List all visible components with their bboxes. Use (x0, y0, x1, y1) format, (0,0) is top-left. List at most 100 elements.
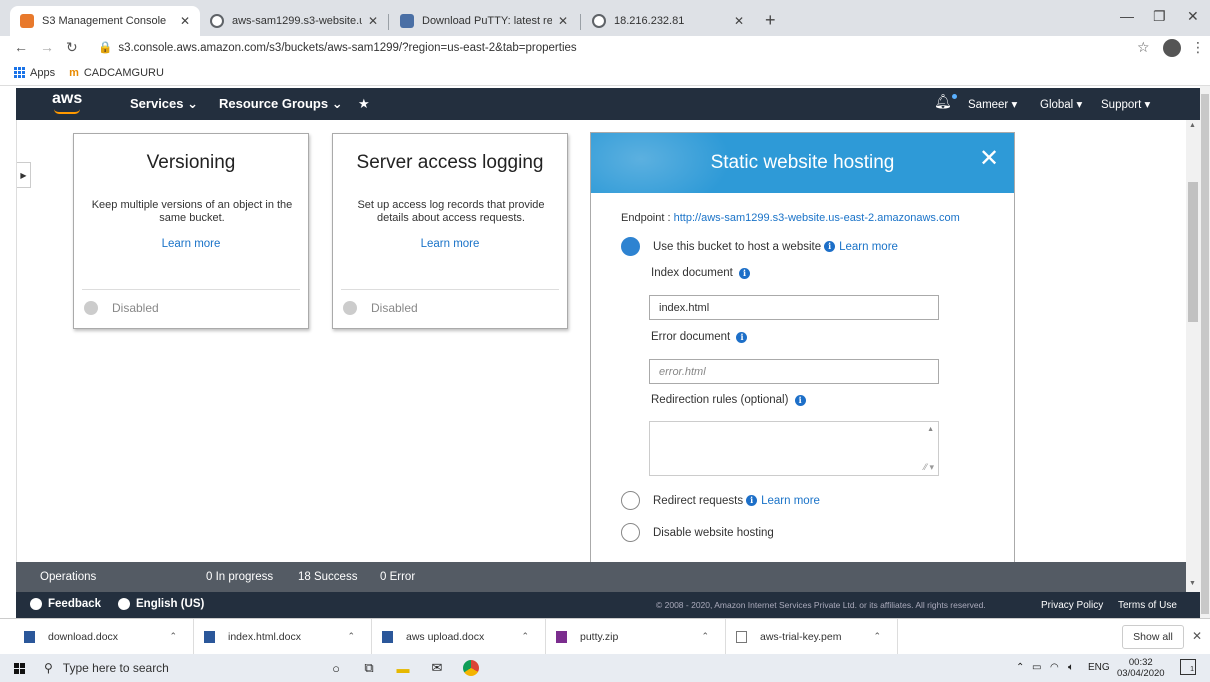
close-icon[interactable]: ✕ (180, 14, 190, 28)
scrollbar-thumb[interactable] (1188, 182, 1198, 322)
cortana-icon[interactable]: ○ (327, 659, 345, 677)
privacy-policy-link[interactable]: Privacy Policy (1041, 600, 1103, 611)
file-explorer-icon[interactable]: ▬ (394, 659, 412, 677)
windows-start-icon[interactable] (14, 663, 25, 674)
window-scrollbar[interactable] (1200, 86, 1210, 618)
notification-center-icon[interactable]: 1 (1180, 659, 1196, 675)
chevron-up-icon[interactable]: ⌃ (521, 631, 529, 642)
volume-icon[interactable]: 🔈︎ (1068, 662, 1074, 673)
content-scrollbar[interactable]: ▲ ▼ (1186, 120, 1200, 592)
minimize-icon[interactable]: — (1120, 8, 1134, 24)
tab-s3-console[interactable]: S3 Management Console ✕ (10, 6, 200, 36)
chevron-up-icon[interactable]: ⌃ (169, 631, 177, 642)
close-icon[interactable]: ✕ (979, 147, 999, 171)
maximize-icon[interactable]: ❐ (1153, 8, 1166, 25)
sidebar-expand-icon[interactable]: ▶ (17, 162, 31, 188)
user-menu[interactable]: Sameer ▾ (968, 97, 1017, 111)
show-all-button[interactable]: Show all (1122, 625, 1184, 649)
aws-logo[interactable]: aws (52, 90, 82, 114)
menu-kebab-icon[interactable]: ⋮ (1191, 39, 1205, 56)
download-item[interactable]: putty.zip ⌃ (546, 619, 726, 655)
window-close-icon[interactable]: ✕ (1187, 8, 1199, 25)
profile-avatar[interactable] (1163, 39, 1181, 57)
bookmark-cadcamguru[interactable]: m CADCAMGURU (69, 67, 164, 79)
close-icon[interactable]: ✕ (558, 14, 568, 28)
reload-icon[interactable]: ↻ (66, 39, 78, 56)
learn-more-link[interactable]: Learn more (74, 238, 308, 250)
resize-grip-icon[interactable]: ⁄⁄ ▾ (924, 462, 934, 473)
chrome-icon[interactable] (462, 659, 480, 677)
learn-more-link[interactable]: Learn more (761, 495, 820, 507)
error-document-input[interactable]: error.html (649, 359, 939, 384)
taskbar-search[interactable]: ⚲ Type here to search (36, 657, 306, 679)
server-access-logging-card[interactable]: Server access logging Set up access log … (332, 133, 568, 329)
pin-icon[interactable]: ★ (358, 96, 370, 112)
info-icon[interactable]: i (794, 395, 806, 406)
radio-selected[interactable] (621, 237, 640, 256)
battery-icon[interactable]: ▭ (1032, 662, 1041, 673)
new-tab-button[interactable]: + (765, 10, 776, 31)
task-view-icon[interactable]: ⧉ (360, 659, 378, 677)
mail-icon[interactable]: ✉ (428, 659, 446, 677)
tab-separator (388, 14, 389, 30)
scroll-down-icon[interactable]: ▼ (1189, 580, 1196, 587)
tab-title: aws-sam1299.s3-website.us-east- (232, 15, 362, 27)
word-doc-icon (24, 631, 35, 643)
region-menu[interactable]: Global ▾ (1040, 97, 1082, 111)
back-icon[interactable]: ← (14, 39, 28, 55)
radio-unselected[interactable] (621, 523, 640, 542)
chevron-up-icon[interactable]: ⌃ (873, 631, 881, 642)
bookmark-star-icon[interactable]: ☆ (1137, 39, 1150, 56)
forward-icon[interactable]: → (40, 39, 54, 55)
versioning-card[interactable]: Versioning Keep multiple versions of an … (73, 133, 309, 329)
taskbar-clock[interactable]: 00:32 03/04/2020 (1117, 657, 1165, 679)
radio-unselected[interactable] (621, 491, 640, 510)
download-item[interactable]: index.html.docx ⌃ (194, 619, 372, 655)
resource-groups-menu[interactable]: Resource Groups ⌄ (219, 96, 343, 112)
info-icon[interactable]: i (739, 268, 751, 279)
globe-icon (210, 14, 224, 28)
url-field[interactable]: 🔒 s3.console.aws.amazon.com/s3/buckets/aw… (98, 40, 577, 54)
language-selector[interactable]: English (US) (118, 598, 204, 610)
panel-header: Static website hosting ✕ (591, 133, 1014, 193)
chevron-up-icon[interactable]: ⌃ (701, 631, 709, 642)
option-redirect-requests[interactable]: Redirect requests i Learn more (621, 491, 820, 510)
scroll-up-icon[interactable]: ▲ (927, 426, 934, 433)
download-item[interactable]: aws-trial-key.pem ⌃ (726, 619, 898, 655)
support-menu[interactable]: Support ▾ (1101, 97, 1150, 111)
learn-more-link[interactable]: Learn more (839, 241, 898, 253)
close-icon[interactable]: ✕ (368, 14, 378, 28)
in-progress-count: 0 In progress (206, 571, 274, 583)
info-icon[interactable]: i (736, 332, 748, 343)
close-icon[interactable]: ✕ (734, 14, 744, 28)
tab-separator (580, 14, 581, 30)
option-disable-hosting[interactable]: Disable website hosting (621, 523, 774, 542)
info-icon[interactable]: i (746, 495, 758, 506)
terms-of-use-link[interactable]: Terms of Use (1118, 600, 1177, 611)
bookmark-apps[interactable]: Apps (14, 67, 55, 79)
notification-count: 1 (1190, 666, 1194, 673)
tray-chevron-icon[interactable]: ⌃ (1016, 662, 1024, 673)
bell-icon[interactable]: 🔔︎ (934, 93, 957, 110)
tab-ip[interactable]: 18.216.232.81 ✕ (582, 6, 754, 36)
option-use-bucket[interactable]: Use this bucket to host a website i Lear… (621, 237, 898, 256)
chevron-up-icon[interactable]: ⌃ (347, 631, 355, 642)
endpoint-link[interactable]: http://aws-sam1299.s3-website.us-east-2.… (674, 212, 960, 224)
services-menu[interactable]: Services ⌄ (130, 96, 198, 112)
network-icon[interactable]: ◠ (1050, 662, 1059, 673)
close-icon[interactable]: ✕ (1192, 629, 1202, 643)
scroll-up-icon[interactable]: ▲ (1189, 122, 1196, 129)
info-icon[interactable]: i (824, 241, 836, 252)
operations-bar[interactable]: Operations 0 In progress 18 Success 0 Er… (16, 562, 1186, 592)
redirection-rules-textarea[interactable]: ▲ ⁄⁄ ▾ (649, 421, 939, 476)
option-label: Disable website hosting (653, 526, 774, 539)
tab-website[interactable]: aws-sam1299.s3-website.us-east- ✕ (200, 6, 388, 36)
scrollbar-thumb[interactable] (1201, 94, 1209, 614)
download-item[interactable]: aws upload.docx ⌃ (372, 619, 546, 655)
tab-putty[interactable]: Download PuTTY: latest release ( ✕ (390, 6, 578, 36)
language-indicator[interactable]: ENG (1088, 662, 1110, 673)
feedback-button[interactable]: Feedback (30, 598, 101, 610)
index-document-input[interactable]: index.html (649, 295, 939, 320)
download-item[interactable]: download.docx ⌃ (14, 619, 194, 655)
learn-more-link[interactable]: Learn more (333, 238, 567, 250)
